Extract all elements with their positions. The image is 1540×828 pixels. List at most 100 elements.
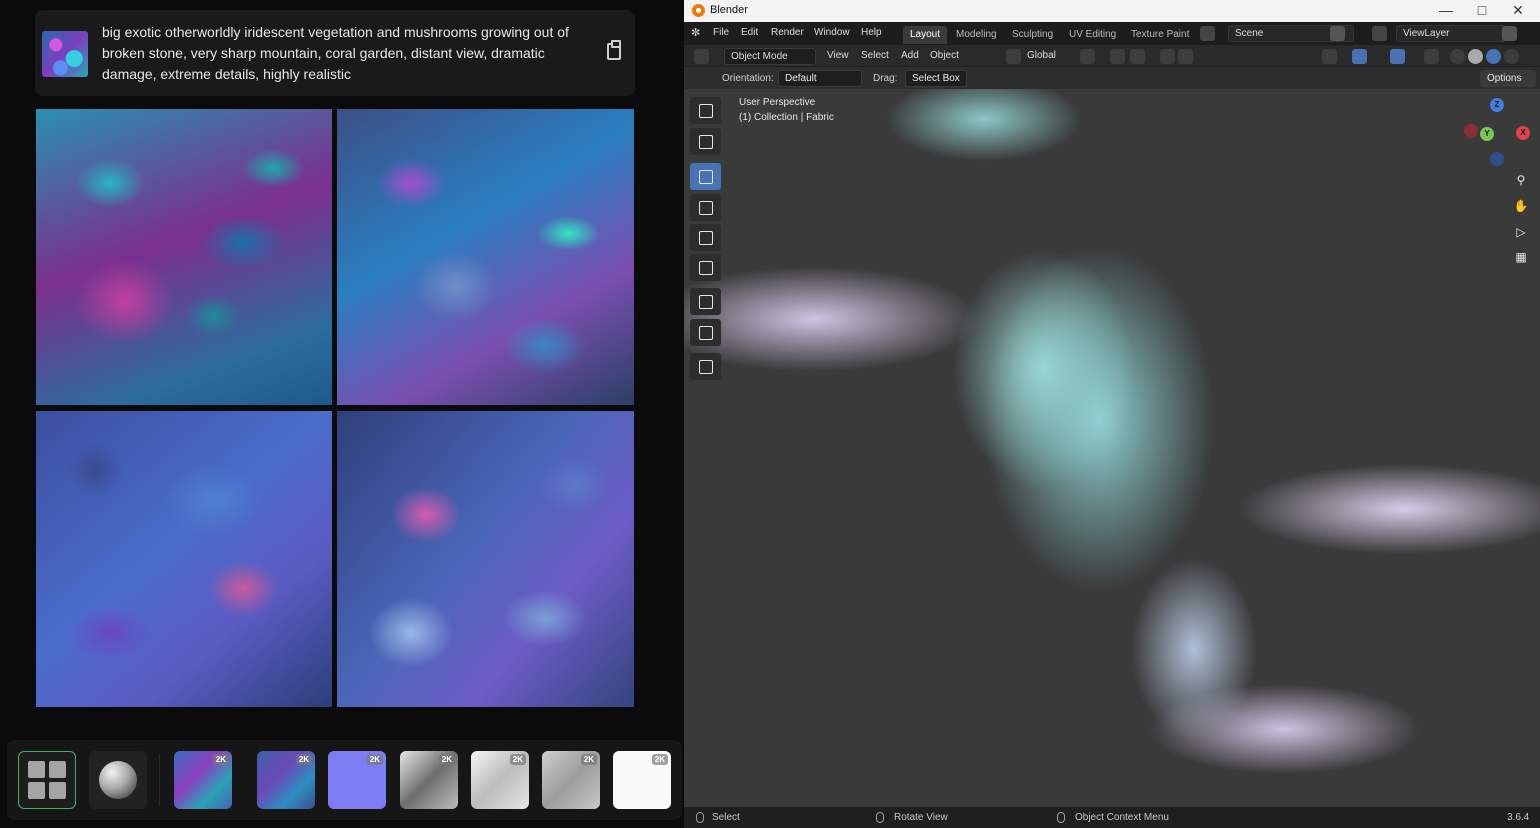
map-normal[interactable]: 2K	[328, 751, 386, 809]
menu-add[interactable]: Add	[895, 48, 925, 65]
transform-orientation-dropdown[interactable]: Global	[1021, 48, 1062, 65]
map-roughness[interactable]: 2K	[471, 751, 529, 809]
resolution-badge: 2K	[509, 754, 526, 765]
zoom-icon[interactable]: ⚲	[1511, 170, 1531, 190]
gizmo-x-axis[interactable]: X	[1516, 126, 1530, 140]
material-maps-dock: 2K 2K 2K 2K 2K 2K 2K	[7, 740, 682, 820]
resolution-badge: 2K	[295, 754, 312, 765]
annotate-tool[interactable]	[690, 288, 721, 315]
overlay-toggle-icon[interactable]	[1390, 49, 1405, 64]
rotate-tool[interactable]	[690, 194, 721, 221]
menu-edit[interactable]: Edit	[741, 27, 758, 38]
tool-settings-bar: Orientation: Default Drag: Select Box Op…	[684, 67, 1540, 89]
minimize-icon[interactable]: —	[1428, 0, 1464, 22]
tab-uv-editing[interactable]: UV Editing	[1062, 26, 1123, 44]
clipboard-icon[interactable]	[607, 40, 621, 60]
menu-render[interactable]: Render	[771, 27, 804, 38]
resolution-badge: 2K	[366, 754, 383, 765]
menu-view[interactable]: View	[821, 48, 855, 65]
grid-view-button[interactable]	[18, 751, 76, 809]
menu-window[interactable]: Window	[814, 27, 850, 38]
window-title: Blender	[710, 4, 748, 16]
map-metallic[interactable]: 2K	[613, 751, 671, 809]
proportional-edit-icon[interactable]	[1160, 49, 1175, 64]
move-tool[interactable]	[690, 163, 721, 190]
solid-shading-icon[interactable]	[1468, 49, 1483, 64]
blender-window: Blender — □ ✕ ✼ File Edit Render Window …	[684, 0, 1540, 828]
tab-texture-paint[interactable]: Texture Paint	[1124, 26, 1196, 44]
options-dropdown[interactable]: Options	[1480, 70, 1536, 87]
new-view-layer-icon[interactable]	[1502, 26, 1517, 41]
snap-target-icon[interactable]	[1130, 49, 1145, 64]
camera-view-icon[interactable]: ▷	[1511, 222, 1531, 242]
transform-tool[interactable]	[690, 254, 721, 281]
view-layer-selector-icon[interactable]	[1372, 26, 1387, 41]
xray-icon[interactable]	[1424, 49, 1439, 64]
viewport-collection-label: (1) Collection | Fabric	[739, 112, 834, 123]
new-scene-icon[interactable]	[1330, 26, 1345, 41]
menu-help[interactable]: Help	[861, 27, 882, 38]
map-height[interactable]: 2K	[400, 751, 458, 809]
generated-texture-4[interactable]	[337, 411, 634, 707]
gizmo-neg-z-axis[interactable]	[1490, 152, 1504, 166]
drag-label: Drag:	[873, 73, 898, 84]
status-select: Select	[712, 812, 740, 823]
material-preview-button[interactable]	[89, 751, 147, 809]
maximize-icon[interactable]: □	[1464, 0, 1500, 22]
generated-texture-3[interactable]	[36, 411, 332, 707]
grid-icon	[28, 782, 45, 799]
prompt-text: big exotic otherworldly iridescent veget…	[102, 24, 569, 82]
perspective-grid-icon[interactable]: ▦	[1511, 247, 1531, 267]
falloff-icon[interactable]	[1178, 49, 1193, 64]
map-diffuse[interactable]: 2K	[257, 751, 315, 809]
cursor-tool[interactable]	[690, 128, 721, 155]
transform-orientation-icon[interactable]	[1006, 49, 1021, 64]
sphere-icon	[99, 761, 137, 799]
pivot-icon[interactable]	[1080, 49, 1095, 64]
resolution-badge: 2K	[438, 754, 455, 765]
snap-icon[interactable]	[1110, 49, 1125, 64]
status-rotate-view: Rotate View	[894, 812, 948, 823]
gizmo-y-axis[interactable]: Y	[1480, 127, 1494, 141]
generated-texture-2[interactable]	[337, 109, 634, 405]
wireframe-shading-icon[interactable]	[1450, 49, 1465, 64]
scene-selector-icon[interactable]	[1200, 26, 1215, 41]
prompt-thumbnail[interactable]	[42, 31, 88, 77]
mode-dropdown[interactable]: Object Mode	[724, 48, 816, 65]
map-albedo[interactable]: 2K	[174, 751, 232, 809]
texture-generator-panel: big exotic otherworldly iridescent veget…	[0, 0, 684, 828]
close-icon[interactable]: ✕	[1500, 0, 1536, 22]
pan-hand-icon[interactable]: ✋	[1511, 196, 1531, 216]
scale-tool[interactable]	[690, 224, 721, 251]
grid-icon	[49, 761, 66, 778]
material-shading-icon[interactable]	[1486, 49, 1501, 64]
divider	[159, 754, 160, 806]
3d-viewport[interactable]: User Perspective (1) Collection | Fabric…	[684, 89, 1540, 807]
tab-modeling[interactable]: Modeling	[949, 26, 1004, 44]
gizmo-z-axis[interactable]: Z	[1490, 98, 1504, 112]
menu-select[interactable]: Select	[855, 48, 895, 65]
measure-tool[interactable]	[690, 319, 721, 346]
gizmo-toggle-icon[interactable]	[1352, 49, 1367, 64]
view-layer-field[interactable]: ViewLayer	[1396, 25, 1506, 42]
orientation-label: Orientation:	[722, 73, 774, 84]
map-ao[interactable]: 2K	[542, 751, 600, 809]
mouse-left-icon	[696, 812, 704, 823]
gizmo-neg-x-axis[interactable]	[1464, 124, 1478, 138]
tab-layout[interactable]: Layout	[903, 26, 948, 44]
status-context-menu: Object Context Menu	[1075, 812, 1169, 823]
tab-sculpting[interactable]: Sculpting	[1005, 26, 1060, 44]
generated-texture-1[interactable]	[36, 109, 332, 405]
editor-type-icon[interactable]	[694, 49, 709, 64]
orientation-dropdown[interactable]: Default	[778, 70, 862, 87]
resolution-badge: 2K	[651, 754, 668, 765]
drag-dropdown[interactable]: Select Box	[905, 70, 967, 87]
menu-object[interactable]: Object	[924, 48, 965, 65]
add-cube-tool[interactable]	[690, 353, 721, 380]
select-box-tool[interactable]	[690, 97, 721, 124]
status-bar: Select Rotate View Object Context Menu 3…	[684, 807, 1540, 828]
visibility-icon[interactable]	[1322, 49, 1337, 64]
rendered-shading-icon[interactable]	[1504, 49, 1519, 64]
blender-menu-icon[interactable]: ✼	[691, 26, 706, 41]
menu-file[interactable]: File	[713, 27, 729, 38]
